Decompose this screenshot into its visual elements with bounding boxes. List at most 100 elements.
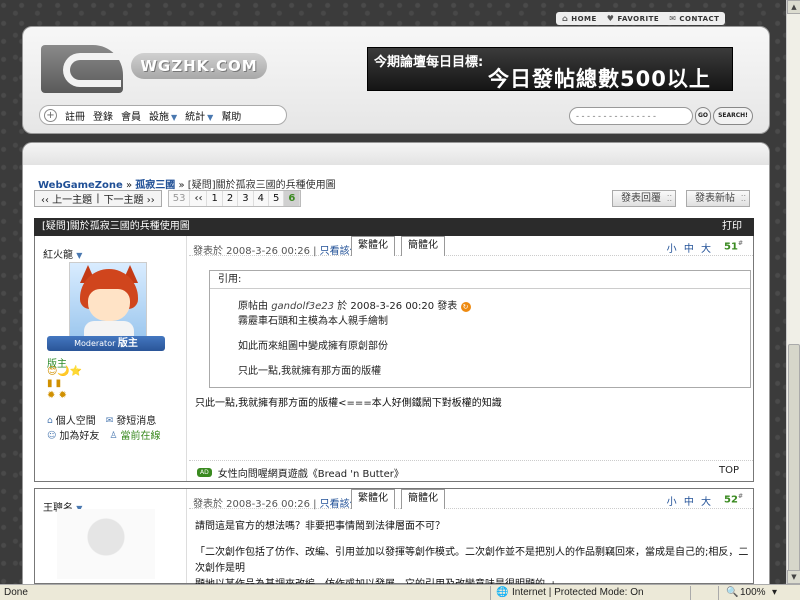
page-current: 6 xyxy=(284,191,301,206)
scroll-down-icon[interactable]: ▼ xyxy=(787,570,800,584)
browser-status-bar: Done 🌐 Internet | Protected Mode: On 🔍 1… xyxy=(0,584,800,600)
avatar[interactable] xyxy=(69,262,147,340)
pagination: 53 ‹‹ 1 2 3 4 5 6 xyxy=(167,190,302,207)
chevron-down-icon: ▼ xyxy=(76,251,83,260)
page-link[interactable]: 5 xyxy=(269,191,285,206)
search-button[interactable]: SEARCH! xyxy=(713,107,753,125)
post-date: 發表於 2008-3-26 00:26 | 只看該作者 xyxy=(193,246,370,257)
scroll-up-icon[interactable]: ▲ xyxy=(787,0,800,14)
post-author-sidebar: 紅火龍 ▼ Moderator 版主 版主 😊🌙⭐ ▮ ▮ ✹ ✹ ⌂ 個人空間 … xyxy=(35,236,187,481)
banner-line2: 今日發帖總數500以上 xyxy=(488,67,711,91)
quote-header: 引用: xyxy=(210,271,750,289)
search-box xyxy=(569,107,693,125)
page-link[interactable]: 3 xyxy=(238,191,254,206)
chevron-down-icon[interactable]: ▾ xyxy=(772,587,777,598)
quoted-user: gandolf3e23 xyxy=(271,301,335,312)
floor-number: 51# xyxy=(724,240,743,253)
thread-title: [疑問]關於孤寂三國的兵種使用圖 xyxy=(42,221,190,232)
nav-facilities[interactable]: 設施 ▼ xyxy=(149,108,177,123)
new-topic-button[interactable]: 發表新帖 xyxy=(686,190,750,207)
ad-tag: AD xyxy=(197,468,212,477)
post-author[interactable]: 紅火龍 ▼ xyxy=(43,246,82,261)
back-to-top-link[interactable]: TOP xyxy=(719,465,739,476)
post-51: 紅火龍 ▼ Moderator 版主 版主 😊🌙⭐ ▮ ▮ ✹ ✹ ⌂ 個人空間 … xyxy=(34,236,754,482)
status-text: Done xyxy=(4,587,28,598)
traditional-button[interactable]: 繁體化 xyxy=(351,236,395,256)
page-first[interactable]: ‹‹ xyxy=(190,191,208,206)
medals-icon: 😊🌙⭐ ▮ ▮ ✹ ✹ xyxy=(47,366,83,401)
scroll-thumb[interactable] xyxy=(788,344,800,574)
globe-icon: 🌐 xyxy=(496,587,509,598)
post-meta-bar: 發表於 2008-3-26 00:26 | 只看該作者 繁體化 簡體化 小 中 … xyxy=(189,236,753,257)
site-header: WGZHK.COM 今期論壇每日目標: 今日發帖總數500以上 + 註冊 登錄 … xyxy=(22,26,770,134)
add-friend-link[interactable]: ☺ 加為好友 xyxy=(47,429,99,444)
breadcrumb: WebGameZone » 孤寂三國 » [疑問]關於孤寂三國的兵種使用圖 xyxy=(38,180,336,191)
prev-topic-link[interactable]: ‹‹ 上一主題 xyxy=(39,191,94,206)
page-link[interactable]: 4 xyxy=(254,191,269,206)
post-content: 請問這是官方的想法嗎？非要把事情鬧到法律層面不可？ 「二次創作包括了仿作、改編、… xyxy=(195,521,749,590)
nav-members[interactable]: 會員 xyxy=(121,108,141,123)
contact-link[interactable]: ✉ CONTACT xyxy=(669,12,719,25)
quote-block: 引用: 原帖由 gandolf3e23 於 2008-3-26 00:20 發表… xyxy=(209,270,751,388)
chevron-down-icon: ▼ xyxy=(171,112,178,122)
go-button[interactable]: GO xyxy=(695,107,711,125)
nav-login[interactable]: 登錄 xyxy=(93,108,113,123)
online-status: ♙ 當前在線 xyxy=(109,431,161,442)
post-content: 只此一點,我就擁有那方面的版權<===本人好側鐵鬧下對板權的知識 xyxy=(195,398,502,409)
favorite-link[interactable]: ♥ FAVORITE xyxy=(607,12,659,25)
main-nav: + 註冊 登錄 會員 設施 ▼ 統計 ▼ 幫助 xyxy=(39,105,287,125)
space-link[interactable]: ⌂ 個人空間 xyxy=(47,414,96,429)
pager-row: ‹‹ 上一主題 | 下一主題 ›› 53 ‹‹ 1 2 3 4 5 6 xyxy=(34,190,302,207)
vertical-scrollbar[interactable]: ▲ ▼ xyxy=(786,0,800,584)
nav-stats[interactable]: 統計 ▼ xyxy=(185,108,213,123)
post-date: 發表於 2008-3-26 00:26 | 只看該作者 xyxy=(193,499,370,510)
user-add-icon: ☺ xyxy=(47,431,57,441)
floor-number: 52# xyxy=(724,493,743,506)
zoom-icon: 🔍 xyxy=(726,587,739,598)
announcement-banner[interactable]: 今期論壇每日目標: 今日發帖總數500以上 xyxy=(367,47,733,91)
heart-icon: ♥ xyxy=(606,14,615,23)
top-links: ⌂ HOME ♥ FAVORITE ✉ CONTACT xyxy=(556,12,726,25)
pm-link[interactable]: ✉ 發短消息 xyxy=(106,414,157,429)
chevron-down-icon: ▼ xyxy=(207,112,214,122)
post-footer: AD 女性向問喔網頁遊戲《Bread 'n Butter》 TOP xyxy=(189,460,753,480)
ad-link[interactable]: AD 女性向問喔網頁遊戲《Bread 'n Butter》 xyxy=(197,465,404,480)
print-link[interactable]: 打印 xyxy=(722,218,742,236)
post-meta-bar: 發表於 2008-3-26 00:26 | 只看該作者 繁體化 簡體化 小 中 … xyxy=(189,489,753,510)
font-size-switch[interactable]: 小 中 大 xyxy=(667,240,713,255)
nav-register[interactable]: 註冊 xyxy=(65,108,85,123)
user-online-icon: ♙ xyxy=(109,431,118,441)
page-link[interactable]: 1 xyxy=(207,191,223,206)
quote-body: 原帖由 gandolf3e23 於 2008-3-26 00:20 發表 ↻ 霧… xyxy=(210,289,750,387)
zoom-level[interactable]: 100% xyxy=(740,587,766,598)
house-icon: ⌂ xyxy=(47,416,53,426)
avatar[interactable] xyxy=(57,509,155,579)
thread-title-bar: [疑問]關於孤寂三國的兵種使用圖 打印 xyxy=(34,218,754,236)
simplified-button[interactable]: 簡體化 xyxy=(401,236,445,256)
site-logo-icon[interactable] xyxy=(41,45,123,93)
medal-icons-extra: ▮ ▮ xyxy=(47,378,62,389)
moderator-badge: Moderator 版主 xyxy=(47,336,165,351)
prev-next-nav: ‹‹ 上一主題 | 下一主題 ›› xyxy=(34,190,162,207)
home-link[interactable]: ⌂ HOME xyxy=(562,12,597,25)
site-logo-text[interactable]: WGZHK.COM xyxy=(131,53,267,79)
nav-help[interactable]: 幫助 xyxy=(221,108,241,123)
medal-icons-extra2: ✹ ✹ xyxy=(47,390,67,401)
envelope-icon: ✉ xyxy=(105,416,114,426)
security-zone[interactable]: Internet | Protected Mode: On xyxy=(512,587,644,598)
reply-button[interactable]: 發表回覆 xyxy=(612,190,676,207)
post-author-sidebar: 王聰名 ▼ xyxy=(35,489,187,583)
traditional-button[interactable]: 繁體化 xyxy=(351,489,395,509)
page-total: 53 xyxy=(169,191,191,206)
page-link[interactable]: 2 xyxy=(223,191,239,206)
search-input[interactable] xyxy=(570,108,692,124)
plus-icon[interactable]: + xyxy=(44,108,57,122)
font-size-switch[interactable]: 小 中 大 xyxy=(667,493,713,508)
mail-icon: ✉ xyxy=(669,14,677,23)
simplified-button[interactable]: 簡體化 xyxy=(401,489,445,509)
goto-post-icon[interactable]: ↻ xyxy=(460,302,471,312)
next-topic-link[interactable]: 下一主題 ›› xyxy=(102,191,157,206)
banner-line1: 今期論壇每日目標: xyxy=(374,55,484,70)
home-icon: ⌂ xyxy=(562,14,569,23)
author-actions: ⌂ 個人空間 ✉ 發短消息 ☺ 加為好友 ♙ 當前在線 xyxy=(47,414,160,444)
